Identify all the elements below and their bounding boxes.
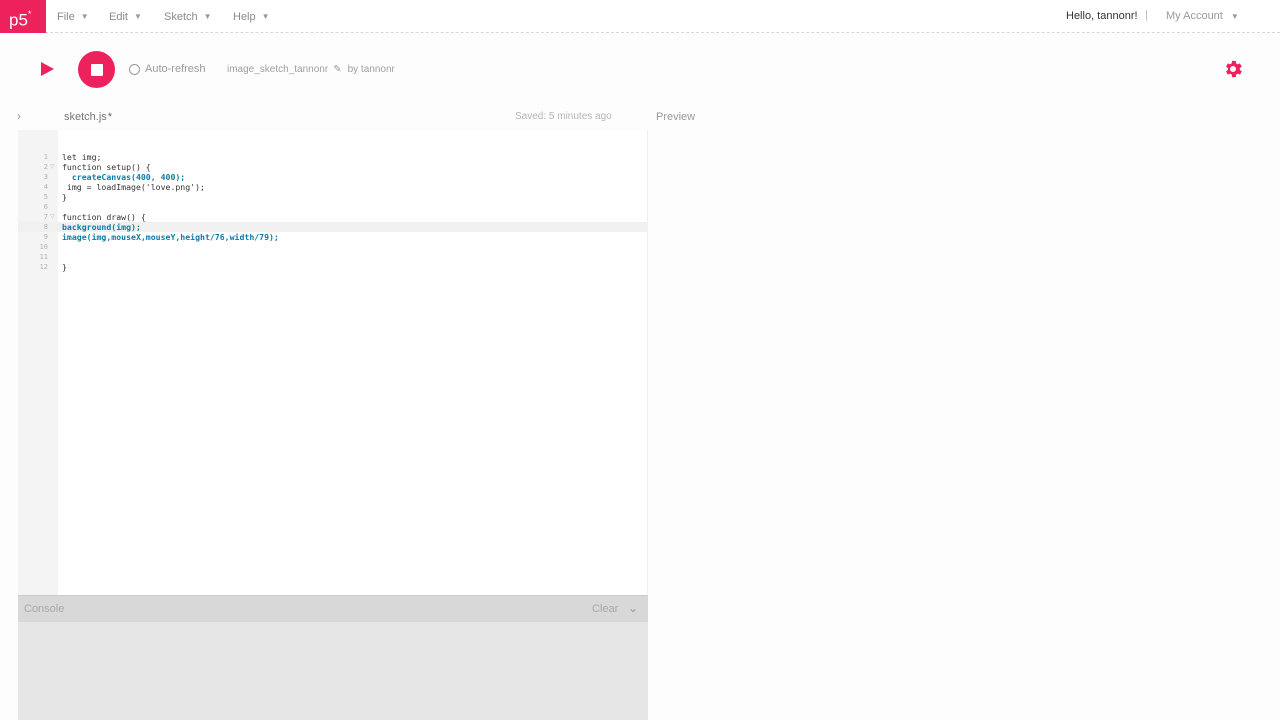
menu-help[interactable]: Help ▼ [233,0,270,33]
caret-down-icon: ▼ [261,12,270,21]
auto-refresh-toggle[interactable]: Auto-refresh [129,63,206,75]
line-number: 4 [43,183,48,191]
menu-file-label: File [57,10,75,23]
code-line: } [62,262,67,272]
my-account-label: My Account [1166,10,1223,22]
nav-separator: | [1145,9,1148,21]
code-line: let img; [62,152,102,162]
code-line: image(img,mouseX,mouseY,height/76,width/… [62,232,279,242]
preview-label: Preview [656,111,696,123]
saved-status: Saved: 5 minutes ago [515,111,612,122]
code-line: function draw() { [62,212,146,222]
my-account-menu[interactable]: My Account ▼ [1166,10,1239,22]
line-number: 9 [43,233,48,241]
stop-icon [90,63,103,76]
menu-file[interactable]: File ▼ [57,0,89,33]
code-editor[interactable]: 1 2 ▽ 3 4 5 6 7 ▽ 8 9 10 11 12 let img; … [18,130,648,595]
line-number: 12 [39,263,48,271]
code-line: createCanvas(400, 400); [62,172,186,182]
line-number: 3 [43,173,48,181]
p5-logo[interactable]: p5* [0,0,46,33]
line-number: 2 [43,163,48,171]
menu-edit-label: Edit [109,10,128,23]
play-button[interactable] [33,55,61,83]
code-line: img = loadImage('love.png'); [62,182,205,192]
sketch-owner: by tannonr [347,64,395,75]
code-line: background(img); [62,222,141,232]
console-header[interactable]: Console Clear ⌄ [18,595,648,622]
auto-refresh-checkbox[interactable] [129,63,140,75]
menu-sketch-label: Sketch [164,10,198,23]
code-line: function setup() { [62,162,151,172]
settings-button[interactable] [1222,58,1244,80]
caret-down-icon: ▼ [80,12,89,21]
line-number: 7 [43,213,48,221]
sketch-name-text[interactable]: image_sketch_tannonr [227,64,328,75]
console-output [18,622,648,720]
fold-arrow-icon[interactable]: ▽ [50,162,55,172]
line-number: 10 [39,243,48,251]
line-number: 6 [43,203,48,211]
menu-edit[interactable]: Edit ▼ [109,0,142,33]
caret-down-icon: ▼ [203,12,212,21]
play-icon [41,62,54,76]
sidebar-expand-chevron-icon[interactable]: › [17,109,21,123]
unsaved-indicator: * [107,111,113,123]
line-number: 1 [43,153,48,161]
fold-arrow-icon[interactable]: ▽ [50,212,55,222]
file-name: sketch.js [64,111,107,123]
file-tab-sketch-js[interactable]: sketch.js* [64,111,112,123]
gear-icon [1226,60,1242,78]
chevron-down-icon[interactable]: ⌄ [628,601,638,615]
auto-refresh-label: Auto-refresh [145,63,206,75]
menu-sketch[interactable]: Sketch ▼ [164,0,212,33]
logo-text: p5 [9,10,28,30]
top-nav: p5* File ▼ Edit ▼ Sketch ▼ Help ▼ Hello, tan… [0,0,1280,33]
logo-star: * [27,9,32,19]
caret-down-icon: ▼ [133,12,142,21]
caret-down-icon: ▼ [1230,12,1239,21]
console-label: Console [24,603,65,615]
line-number: 8 [43,223,48,231]
user-greeting: Hello, tannonr! [1066,10,1138,22]
code-line: } [62,192,67,202]
stop-button[interactable] [78,51,115,88]
line-number: 5 [43,193,48,201]
console-clear-button[interactable]: Clear [592,603,618,615]
pencil-icon[interactable]: ✎ [333,64,341,75]
sketch-title[interactable]: image_sketch_tannonr ✎ by tannonr [227,64,395,75]
menu-help-label: Help [233,10,256,23]
line-number: 11 [39,253,48,261]
